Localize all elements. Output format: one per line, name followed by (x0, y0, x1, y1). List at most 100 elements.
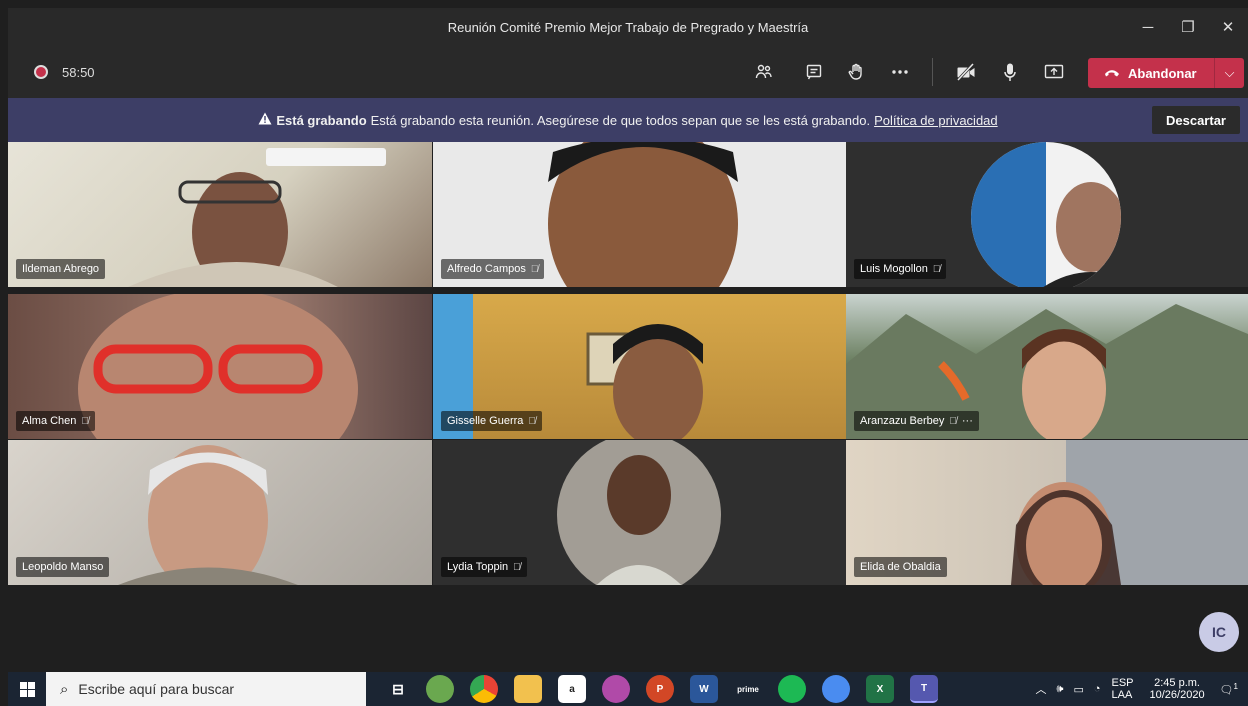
recording-icon (34, 65, 48, 79)
mic-icon (1004, 63, 1016, 81)
system-tray: ︿ 🕪 ▭ ◔ ESP LAA 2:45 p.m. 10/26/2020 🗨1 (1031, 672, 1248, 706)
app-icon[interactable] (426, 675, 454, 703)
clock-time: 2:45 p.m. (1154, 677, 1200, 689)
language-bottom: LAA (1111, 689, 1133, 701)
participant-name: Elida de Obaldia (860, 561, 941, 573)
participant-name: Alfredo Campos (447, 263, 526, 275)
video-tile[interactable]: Alma Chen 🎙̸ (8, 294, 432, 439)
participant-name: Lydia Toppin (447, 561, 509, 573)
chat-icon (806, 64, 822, 80)
language-indicator[interactable]: ESP LAA (1112, 677, 1134, 701)
mic-muted-icon: 🎙̸ (528, 415, 536, 427)
video-tile[interactable]: Lydia Toppin 🎙̸ (433, 440, 857, 585)
privacy-policy-link[interactable]: Política de privacidad (874, 113, 998, 128)
phone-hangup-icon (1104, 66, 1120, 81)
windows-start-button[interactable] (8, 672, 46, 706)
word-icon[interactable]: W (690, 675, 718, 703)
app-icon[interactable]: a (558, 675, 586, 703)
video-tile[interactable]: Gisselle Guerra 🎙̸ (433, 294, 857, 439)
windows-logo-icon (19, 681, 35, 697)
toolbar-divider (932, 58, 933, 86)
participant-nametag: Elida de Obaldia (854, 557, 947, 577)
hand-icon (848, 63, 862, 80)
taskbar-search-box[interactable]: ⌕ Escribe aquí para buscar (46, 672, 366, 706)
prime-video-icon[interactable]: prime (734, 675, 762, 703)
participant-nametag: Luis Mogollon 🎙̸ (854, 259, 947, 279)
mic-muted-icon: 🎙̸ (530, 263, 539, 275)
participant-nametag: Alfredo Campos 🎙̸ (441, 259, 545, 279)
language-top: ESP (1111, 677, 1134, 689)
close-button[interactable]: ✕ (1208, 8, 1248, 46)
paint-icon[interactable] (602, 675, 630, 703)
spotify-icon[interactable] (778, 675, 806, 703)
file-explorer-icon[interactable] (514, 675, 542, 703)
notifications-icon[interactable]: 🗨1 (1220, 682, 1238, 697)
search-placeholder: Escribe aquí para buscar (78, 681, 235, 697)
chevron-down-icon[interactable]: ⌵ (1214, 58, 1244, 88)
share-icon (1044, 64, 1064, 79)
notification-count: 1 (1233, 681, 1238, 691)
video-tile[interactable]: Leopoldo Manso (8, 440, 432, 585)
participant-nametag: Alma Chen 🎙̸ (16, 411, 95, 431)
video-tile[interactable]: Luis Mogollon 🎙̸ (846, 142, 1248, 287)
camera-toggle-button[interactable] (952, 59, 980, 85)
participant-name: Alma Chen (22, 415, 77, 427)
warning-icon (258, 112, 272, 128)
participant-name: Gisselle Guerra (447, 415, 524, 427)
banner-title: Está grabando (276, 112, 367, 128)
window-title: Reunión Comité Premio Mejor Trabajo de P… (447, 19, 809, 35)
leave-label: Abandonar (1128, 65, 1197, 81)
volume-icon[interactable]: 🕪 (1057, 683, 1064, 696)
title-bar: Reunión Comité Premio Mejor Trabajo de P… (8, 8, 1248, 46)
more-icon[interactable]: ··· (962, 415, 973, 427)
dismiss-button[interactable]: Descartar (1152, 106, 1240, 134)
meeting-toolbar: 58:50 Abandonar ⌵ (8, 46, 1248, 98)
chat-button[interactable] (800, 59, 828, 85)
participant-name: Luis Mogollon (860, 263, 928, 275)
self-avatar[interactable]: IC (1199, 612, 1239, 652)
teams-icon[interactable]: T (910, 675, 938, 703)
video-tile[interactable]: Alfredo Campos 🎙̸ (433, 142, 857, 287)
meeting-stage-footer (8, 587, 1248, 672)
battery-icon[interactable]: ▭ (1073, 683, 1083, 696)
chrome-canary-icon[interactable] (822, 675, 850, 703)
minimize-button[interactable]: ─ (1128, 8, 1168, 46)
video-tile[interactable]: Elida de Obaldia (846, 440, 1248, 585)
banner-message: Está grabando esta reunión. Asegúrese de… (370, 112, 871, 128)
camera-off-icon (956, 63, 975, 81)
share-screen-button[interactable] (1040, 59, 1068, 85)
restore-button[interactable]: ❐ (1168, 8, 1208, 46)
mic-toggle-button[interactable] (996, 59, 1024, 85)
clock[interactable]: 2:45 p.m. 10/26/2020 (1150, 677, 1205, 701)
leave-meeting-button[interactable]: Abandonar ⌵ (1088, 58, 1244, 88)
video-tile[interactable]: Ildeman Abrego (8, 142, 432, 287)
clock-date: 10/26/2020 (1149, 689, 1205, 701)
excel-icon[interactable]: X (866, 675, 894, 703)
meeting-timer: 58:50 (62, 64, 95, 80)
teams-meeting-window: Reunión Comité Premio Mejor Trabajo de P… (0, 0, 1248, 706)
participant-nametag: Lydia Toppin 🎙̸ (441, 557, 527, 577)
participant-nametag: Leopoldo Manso (16, 557, 110, 577)
raise-hand-button[interactable] (842, 59, 870, 85)
mic-muted-icon: 🎙̸ (81, 415, 89, 427)
powerpoint-icon[interactable]: P (646, 675, 674, 703)
windows-taskbar: ⌕ Escribe aquí para buscar ⊟ a P W prime… (8, 672, 1248, 706)
mic-muted-icon: 🎙̸ (932, 263, 941, 275)
chrome-icon[interactable] (470, 675, 498, 703)
more-options-button[interactable] (886, 59, 914, 85)
recording-banner: Está grabando Está grabando esta reunión… (8, 98, 1248, 142)
more-icon (892, 70, 908, 74)
participants-button[interactable] (750, 59, 778, 85)
people-icon (755, 64, 772, 79)
mic-muted-icon: 🎙̸ (513, 561, 521, 573)
participant-name: Ildeman Abrego (22, 263, 100, 275)
task-view-icon[interactable]: ⊟ (384, 675, 412, 703)
participant-name: Leopoldo Manso (22, 561, 104, 573)
chevron-up-icon[interactable]: ︿ (1036, 681, 1047, 697)
participant-nametag: Ildeman Abrego (16, 259, 106, 279)
participant-name: Aranzazu Berbey (860, 415, 945, 427)
participant-nametag: Aranzazu Berbey 🎙̸ ··· (854, 411, 979, 431)
wifi-icon[interactable]: ◔ (1094, 683, 1101, 695)
video-tile[interactable]: Aranzazu Berbey 🎙̸ ··· (846, 294, 1248, 439)
participant-nametag: Gisselle Guerra 🎙̸ (441, 411, 542, 431)
